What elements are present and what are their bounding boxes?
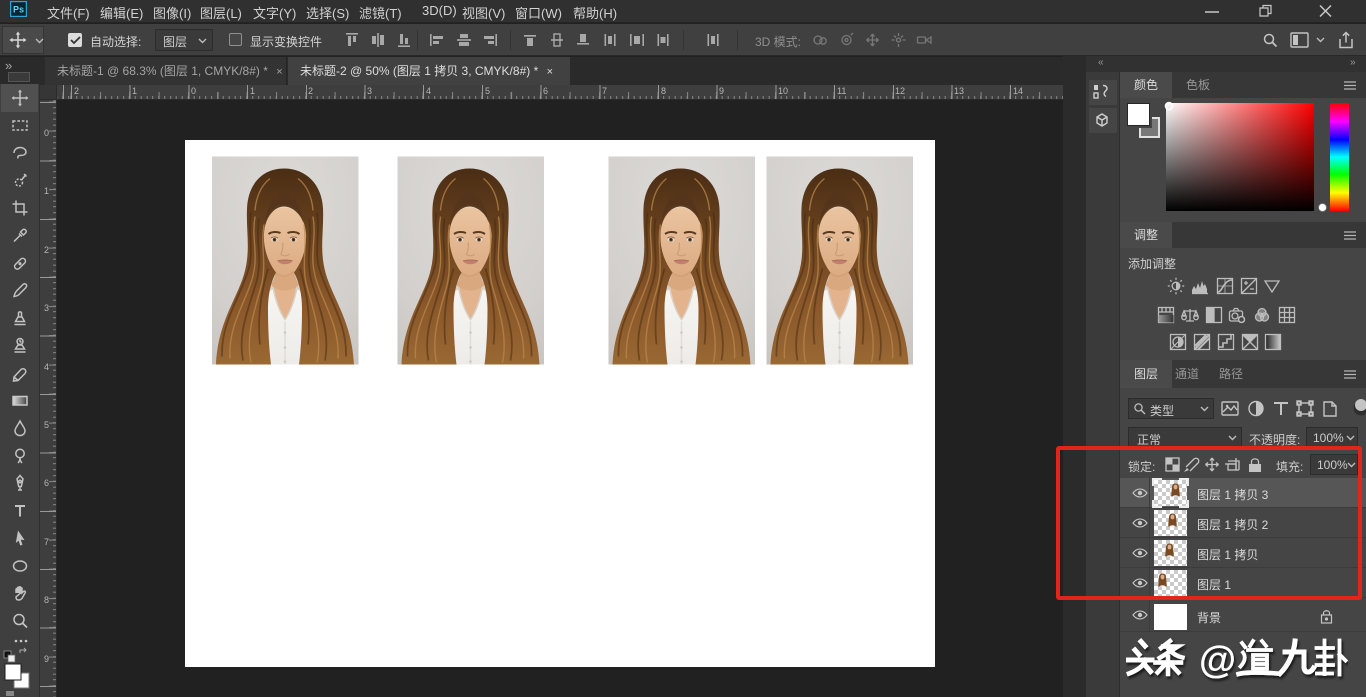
svg-text:@: @ xyxy=(1199,640,1236,682)
svg-text:Ps: Ps xyxy=(13,5,24,15)
